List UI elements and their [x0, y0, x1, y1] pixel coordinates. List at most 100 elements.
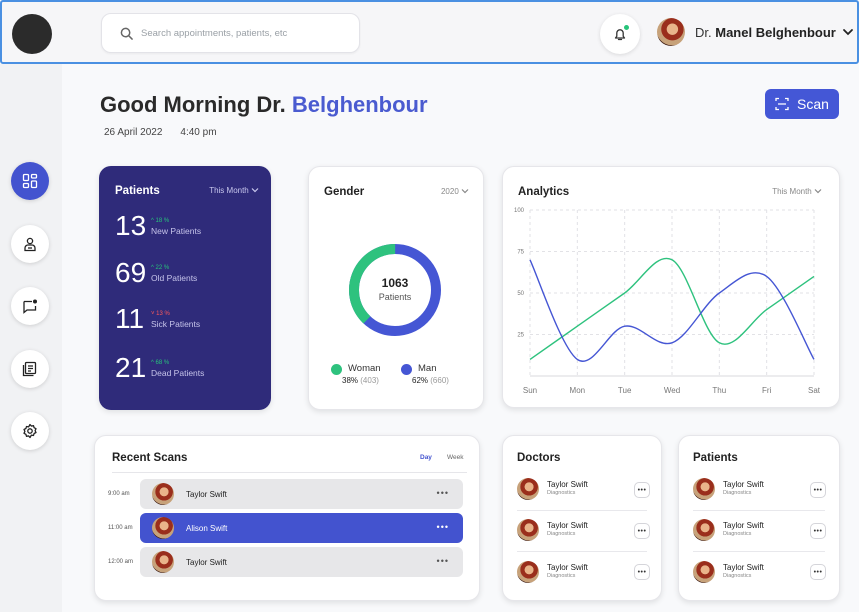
doctor-item[interactable]: Taylor Swift Diagnostics: [517, 561, 588, 583]
user-avatar: [657, 18, 685, 46]
gear-icon: [23, 423, 37, 439]
legend-dot: [401, 364, 412, 375]
sidebar-item-messages[interactable]: [11, 287, 49, 325]
scan-patient-name: Alison Swift: [186, 523, 228, 533]
avatar: [517, 478, 539, 500]
y-tick-label: 25: [517, 333, 524, 339]
search-box[interactable]: [101, 13, 360, 53]
more-button[interactable]: •••: [810, 482, 826, 498]
more-button[interactable]: •••: [634, 523, 650, 539]
user-name: Dr. Manel Belghenbour: [695, 24, 836, 40]
scan-button-label: Scan: [797, 96, 829, 112]
logo[interactable]: [12, 14, 52, 54]
date-time: 26 April 2022 4:40 pm: [104, 127, 217, 138]
avatar: [693, 561, 715, 583]
patient-name: Taylor Swift: [723, 480, 764, 489]
records-icon: [22, 361, 37, 377]
y-tick-label: 50: [517, 291, 524, 297]
stat-change: ^ 18 %: [151, 218, 170, 224]
x-tick-label: Mon: [570, 386, 586, 395]
stat-change: ^ 22 %: [151, 265, 170, 271]
chevron-down-icon: [251, 188, 259, 193]
more-icon[interactable]: •••: [437, 488, 449, 498]
patients-summary-card: Patients This Month 13 ^ 18 % New Patient…: [99, 166, 271, 410]
doctor-item[interactable]: Taylor Swift Diagnostics: [517, 519, 588, 541]
avatar: [152, 551, 174, 573]
legend-dot: [331, 364, 342, 375]
patient-name: Taylor Swift: [723, 521, 764, 530]
y-tick-label: 75: [517, 250, 524, 256]
patient-item[interactable]: Taylor Swift Diagnostics: [693, 561, 764, 583]
page-title: Good Morning Dr. Belghenbour: [100, 92, 428, 117]
patient-name: Taylor Swift: [723, 563, 764, 572]
legend-count: (403): [360, 376, 379, 385]
total-value: 1063: [381, 276, 409, 290]
top-bar: Dr. Manel Belghenbour: [0, 0, 859, 64]
divider: [112, 472, 467, 473]
notifications-button[interactable]: [600, 14, 640, 54]
card-title: Recent Scans: [112, 452, 188, 464]
more-icon[interactable]: •••: [437, 556, 449, 566]
current-time: 4:40 pm: [180, 127, 217, 138]
avatar: [152, 517, 174, 539]
doctor-role: Diagnostics: [547, 573, 576, 579]
period-select[interactable]: This Month: [209, 186, 259, 195]
avatar: [693, 519, 715, 541]
analytics-card: Analytics This Month 100 75 50 25 Sun Mon Tue W…: [502, 166, 840, 408]
doctor-item[interactable]: Taylor Swift Diagnostics: [517, 478, 588, 500]
current-date: 26 April 2022: [104, 127, 163, 138]
card-title: Patients: [115, 185, 160, 197]
divider: [517, 551, 647, 552]
more-icon[interactable]: •••: [437, 522, 449, 532]
patients-list-card: Patients Taylor Swift Diagnostics ••• Tay…: [678, 435, 840, 601]
tab-week[interactable]: Week: [447, 454, 464, 461]
x-tick-label: Sun: [523, 386, 537, 395]
stat-new-patients: 13 ^ 18 % New Patients: [115, 210, 202, 241]
more-button[interactable]: •••: [810, 564, 826, 580]
user-menu[interactable]: Dr. Manel Belghenbour: [657, 18, 854, 46]
more-button[interactable]: •••: [634, 482, 650, 498]
sidebar-item-patient[interactable]: [11, 225, 49, 263]
scan-time: 9:00 am: [108, 491, 130, 497]
stat-dead-patients: 21 ^ 68 % Dead Patients: [115, 352, 205, 383]
patient-item[interactable]: Taylor Swift Diagnostics: [693, 478, 764, 500]
x-tick-label: Sat: [808, 386, 821, 395]
analytics-line-chart: 100 75 50 25 Sun Mon Tue Wed Thu Fri Sat: [514, 208, 821, 395]
divider: [517, 510, 647, 511]
avatar: [517, 561, 539, 583]
scan-icon: [775, 97, 789, 111]
sidebar-item-dashboard[interactable]: [11, 162, 49, 200]
stat-label: Old Patients: [151, 273, 198, 283]
more-button[interactable]: •••: [810, 523, 826, 539]
stat-sick-patients: 11 ˅ 13 % Sick Patients: [115, 303, 201, 334]
year-select[interactable]: 2020: [441, 187, 469, 196]
patient-role: Diagnostics: [723, 573, 752, 579]
x-tick-label: Fri: [762, 386, 772, 395]
scan-row-selected[interactable]: Alison Swift •••: [140, 513, 463, 543]
scan-row[interactable]: Taylor Swift •••: [140, 479, 463, 509]
patient-item[interactable]: Taylor Swift Diagnostics: [693, 519, 764, 541]
search-input[interactable]: [141, 27, 341, 39]
y-tick-label: 100: [514, 208, 525, 214]
sidebar: [0, 64, 62, 612]
doctor-role: Diagnostics: [547, 531, 576, 537]
gender-card: Gender 2020 1063 Patients Woman 38% (403…: [308, 166, 484, 410]
scan-row[interactable]: Taylor Swift •••: [140, 547, 463, 577]
dashboard-icon: [22, 173, 38, 189]
divider: [693, 510, 825, 511]
patient-role: Diagnostics: [723, 531, 752, 537]
chevron-down-icon: [842, 29, 853, 36]
stat-label: New Patients: [151, 226, 202, 236]
sidebar-item-records[interactable]: [11, 350, 49, 388]
scan-button[interactable]: Scan: [765, 89, 839, 119]
scan-patient-name: Taylor Swift: [186, 489, 227, 499]
tab-day[interactable]: Day: [420, 454, 432, 461]
legend-woman: Woman 38% (403): [331, 363, 381, 387]
more-button[interactable]: •••: [634, 564, 650, 580]
doctor-name: Taylor Swift: [547, 563, 588, 572]
x-tick-label: Thu: [712, 386, 726, 395]
avatar: [152, 483, 174, 505]
legend-label: Woman: [348, 363, 381, 374]
sidebar-item-settings[interactable]: [11, 412, 49, 450]
card-title: Patients: [693, 452, 738, 464]
